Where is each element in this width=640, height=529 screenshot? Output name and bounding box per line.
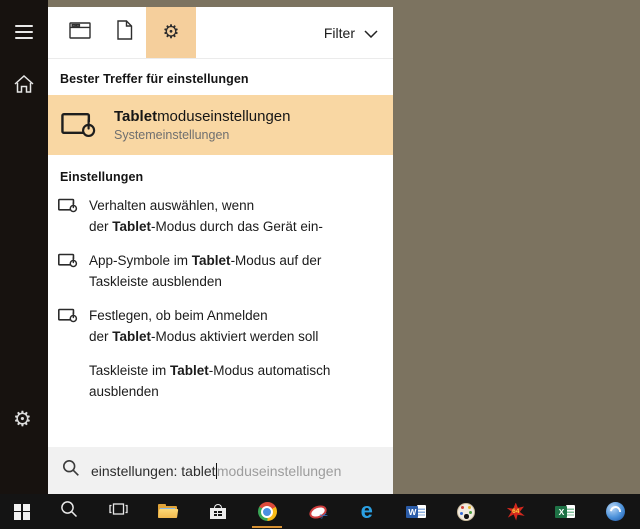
settings-result-4[interactable]: Taskleiste im Tablet-Modus automatisch a… [48,360,393,402]
document-icon [116,20,133,45]
apps-icon [69,21,91,44]
settings-result-text: Verhalten auswählen, wenn der Tablet-Mod… [89,198,323,234]
microsoft-store-icon [209,504,226,519]
search-filter-tabs: ⚙ Filter [48,7,393,59]
filter-dropdown[interactable]: Filter [324,7,393,58]
search-icon [60,500,78,523]
excel-icon: X [555,504,576,520]
best-match-subtitle: Systemeinstellungen [114,128,230,142]
irfanview-icon: 64 [506,502,525,521]
snipping-tool-icon: ✂ [306,503,330,523]
file-explorer-button[interactable] [143,494,193,529]
edge-button[interactable]: e [342,494,392,529]
chrome-button[interactable] [242,494,292,529]
tablet-mode-icon [58,197,78,215]
filter-label: Filter [323,24,355,41]
edge-icon: e [360,497,373,523]
paint-icon [457,502,476,521]
settings-section-title: Einstellungen [60,170,144,184]
search-input[interactable]: einstellungen: tablet moduseinstellungen [48,447,393,494]
settings-result-text: App-Symbole im Tablet-Modus auf der Task… [89,253,322,289]
excel-button[interactable]: X [541,494,591,529]
search-typed-text: einstellungen: tablet [91,462,216,479]
search-suggestion-text: moduseinstellungen [216,462,342,479]
chevron-down-icon [364,25,378,41]
settings-result-text: Festlegen, ob beim Anmelden der Tablet-M… [89,308,319,344]
tab-documents[interactable] [102,7,146,58]
best-match-text: Tabletmoduseinstellungen Systemeinstellu… [114,108,291,142]
tab-settings[interactable]: ⚙ [146,7,196,58]
file-explorer-icon [157,504,179,519]
thunderbird-icon [605,502,625,521]
search-results-panel: ⚙ Filter Bester Treffer für einstellunge… [48,7,393,494]
taskbar-search-button[interactable] [44,494,94,529]
settings-result-3[interactable]: Festlegen, ob beim Anmelden der Tablet-M… [48,305,393,347]
best-match-title: Tabletmoduseinstellungen [114,108,291,125]
word-icon: W [406,504,427,520]
start-menu-rail: ⚙ [0,0,48,494]
settings-gear-icon: ⚙ [162,22,180,43]
paint-button[interactable] [441,494,491,529]
search-icon [62,459,80,482]
settings-result-text: Taskleiste im Tablet-Modus automatisch a… [89,363,331,399]
tablet-mode-icon [58,252,78,270]
task-view-button[interactable] [93,494,143,529]
taskbar-rect-icon [58,362,78,380]
taskbar: ✂ e W 64 X [0,494,640,529]
settings-gear-icon[interactable]: ⚙ [13,409,32,430]
irfanview-button[interactable]: 64 [491,494,541,529]
settings-result-2[interactable]: App-Symbole im Tablet-Modus auf der Task… [48,250,393,292]
home-icon[interactable] [13,74,35,99]
windows-logo-icon [13,503,30,520]
microsoft-store-button[interactable] [193,494,243,529]
thunderbird-button[interactable] [590,494,640,529]
best-match-section-title: Bester Treffer für einstellungen [60,72,249,86]
hamburger-menu-icon[interactable] [15,25,33,39]
tab-apps[interactable] [58,7,102,58]
start-button[interactable] [0,494,44,529]
best-match-result[interactable]: Tabletmoduseinstellungen Systemeinstellu… [48,95,393,155]
active-app-indicator [252,525,283,528]
settings-result-1[interactable]: Verhalten auswählen, wenn der Tablet-Mod… [48,195,393,237]
word-button[interactable]: W [392,494,442,529]
tablet-mode-icon [61,110,97,140]
chrome-icon [257,502,277,521]
tablet-mode-icon [58,307,78,325]
snipping-tool-button[interactable]: ✂ [292,494,342,529]
task-view-icon [109,502,128,521]
